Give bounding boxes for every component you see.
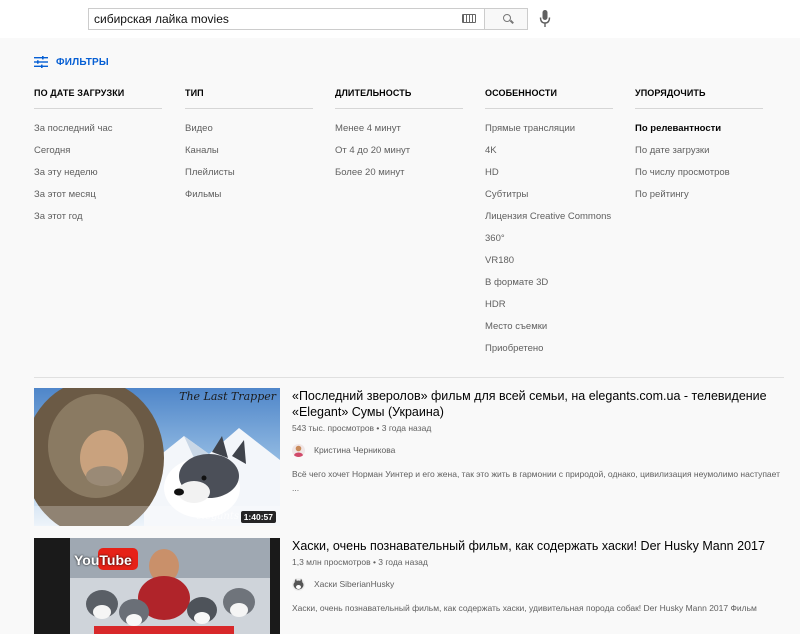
filter-option[interactable]: Субтитры bbox=[485, 189, 613, 211]
video-description: Хаски, очень познавательный фильм, как с… bbox=[292, 603, 757, 613]
filter-column-duration: ДЛИТЕЛЬНОСТЬ Менее 4 минут От 4 до 20 ми… bbox=[335, 86, 463, 189]
search-input[interactable] bbox=[89, 9, 449, 29]
channel-name[interactable]: Кристина Черникова bbox=[314, 445, 395, 455]
filter-option[interactable]: Прямые трансляции bbox=[485, 123, 613, 145]
filter-heading: ДЛИТЕЛЬНОСТЬ bbox=[335, 88, 412, 98]
thumbnail-caption: The Last Trapper bbox=[179, 390, 276, 403]
thumbnail-watermark: elegants bbox=[196, 511, 239, 522]
video-meta: 1,3 млн просмотров • 3 года назад bbox=[292, 557, 428, 567]
thumbnail-image bbox=[34, 538, 280, 634]
filters-divider bbox=[34, 377, 784, 378]
thumbnail-image bbox=[34, 388, 280, 526]
duration-badge: 1:40:57 bbox=[240, 511, 276, 523]
filters-label: ФИЛЬТРЫ bbox=[56, 56, 109, 68]
filter-option[interactable]: Сегодня bbox=[34, 145, 162, 167]
filter-option[interactable]: В формате 3D bbox=[485, 277, 613, 299]
sort-option-selected[interactable]: По релевантности bbox=[635, 123, 763, 145]
sort-option[interactable]: По числу просмотров bbox=[635, 167, 763, 189]
filter-option[interactable]: За эту неделю bbox=[34, 167, 162, 189]
video-info: «Последний зверолов» фильм для всей семь… bbox=[292, 388, 782, 495]
video-description: Всё чего хочет Норман Уинтер и его жена,… bbox=[292, 469, 780, 493]
mic-icon[interactable] bbox=[539, 10, 551, 28]
filter-option[interactable]: Менее 4 минут bbox=[335, 123, 463, 145]
filter-column-sort: УПОРЯДОЧИТЬ По релевантности По дате заг… bbox=[635, 86, 763, 211]
filter-option[interactable]: За последний час bbox=[34, 123, 162, 145]
search-button[interactable] bbox=[484, 8, 528, 30]
filter-option[interactable]: Приобретено bbox=[485, 343, 613, 365]
video-result[interactable]: The Last Trapper elegants 1:40:57 «После… bbox=[34, 388, 784, 528]
filter-option[interactable]: За этот месяц bbox=[34, 189, 162, 211]
masthead bbox=[0, 0, 800, 38]
video-result[interactable]: YouTube Хаски, очень познавательный филь… bbox=[34, 538, 784, 634]
sort-option[interactable]: По дате загрузки bbox=[635, 145, 763, 167]
channel-avatar[interactable] bbox=[292, 577, 305, 591]
video-thumbnail[interactable]: The Last Trapper elegants 1:40:57 bbox=[34, 388, 280, 526]
filter-option[interactable]: HDR bbox=[485, 299, 613, 321]
search-box bbox=[88, 8, 484, 30]
filter-option[interactable]: Каналы bbox=[185, 145, 313, 167]
filter-option[interactable]: Более 20 минут bbox=[335, 167, 463, 189]
filter-option[interactable]: От 4 до 20 минут bbox=[335, 145, 463, 167]
filter-option[interactable]: Лицензия Creative Commons bbox=[485, 211, 613, 233]
filter-option[interactable]: За этот год bbox=[34, 211, 162, 233]
channel-row[interactable]: Хаски SiberianHusky bbox=[292, 577, 782, 591]
video-title[interactable]: Хаски, очень познавательный фильм, как с… bbox=[292, 538, 782, 554]
avatar-image bbox=[292, 443, 305, 457]
filter-heading: УПОРЯДОЧИТЬ bbox=[635, 88, 706, 98]
channel-name[interactable]: Хаски SiberianHusky bbox=[314, 579, 394, 589]
filter-heading: ТИП bbox=[185, 88, 204, 98]
channel-row[interactable]: Кристина Черникова bbox=[292, 443, 782, 457]
video-title[interactable]: «Последний зверолов» фильм для всей семь… bbox=[292, 388, 782, 420]
filter-heading: ОСОБЕННОСТИ bbox=[485, 88, 558, 98]
channel-avatar[interactable] bbox=[292, 443, 305, 457]
filter-option[interactable]: HD bbox=[485, 167, 613, 189]
filter-column-upload-date: ПО ДАТЕ ЗАГРУЗКИ За последний час Сегодн… bbox=[34, 86, 162, 233]
video-meta: 543 тыс. просмотров • 3 года назад bbox=[292, 423, 432, 433]
filter-option[interactable]: Плейлисты bbox=[185, 167, 313, 189]
filter-column-type: ТИП Видео Каналы Плейлисты Фильмы bbox=[185, 86, 313, 211]
filter-option[interactable]: 4K bbox=[485, 145, 613, 167]
filter-option[interactable]: VR180 bbox=[485, 255, 613, 277]
video-thumbnail[interactable]: YouTube bbox=[34, 538, 280, 634]
video-info: Хаски, очень познавательный фильм, как с… bbox=[292, 538, 782, 615]
tune-icon bbox=[34, 56, 48, 68]
filter-heading: ПО ДАТЕ ЗАГРУЗКИ bbox=[34, 88, 125, 98]
youtube-logo: YouTube bbox=[74, 552, 132, 568]
keyboard-icon[interactable] bbox=[462, 14, 476, 23]
avatar-image bbox=[292, 577, 305, 591]
filter-option[interactable]: Фильмы bbox=[185, 189, 313, 211]
filter-option[interactable]: 360° bbox=[485, 233, 613, 255]
sort-option[interactable]: По рейтингу bbox=[635, 189, 763, 211]
filter-column-features: ОСОБЕННОСТИ Прямые трансляции 4K HD Субт… bbox=[485, 86, 613, 365]
filters-toggle[interactable]: ФИЛЬТРЫ bbox=[34, 55, 109, 69]
filter-option[interactable]: Место съемки bbox=[485, 321, 613, 343]
filter-option[interactable]: Видео bbox=[185, 123, 313, 145]
